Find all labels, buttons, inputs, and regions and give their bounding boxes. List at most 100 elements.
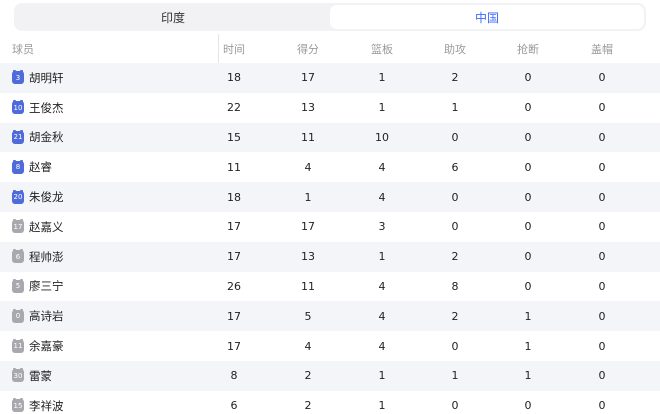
player-cell[interactable]: 6 程帅澎 xyxy=(12,249,64,265)
table-header-row: 球员 时间 得分 篮板 助攻 抢断 盖帽 xyxy=(0,34,660,63)
table-row[interactable]: 8 赵睿 11 4 4 6 0 0 xyxy=(0,152,660,183)
stat-blocks: 0 xyxy=(598,279,606,293)
stat-assists: 1 xyxy=(451,101,459,115)
player-name[interactable]: 程帅澎 xyxy=(29,249,64,265)
stat-points: 11 xyxy=(301,279,315,293)
player-name[interactable]: 胡明轩 xyxy=(29,70,64,86)
stat-rebounds: 1 xyxy=(378,101,386,115)
tab-china[interactable]: 中国 xyxy=(330,5,644,29)
stat-minutes: 11 xyxy=(227,160,241,174)
player-name[interactable]: 胡金秋 xyxy=(29,129,64,145)
stat-steals: 0 xyxy=(524,250,532,264)
stat-minutes: 17 xyxy=(227,339,241,353)
stat-steals: 0 xyxy=(524,71,532,85)
stat-steals: 0 xyxy=(524,220,532,234)
table-row[interactable]: 5 廖三宁 26 11 4 8 0 0 xyxy=(0,271,660,302)
stat-assists: 2 xyxy=(451,250,459,264)
table-row[interactable]: 0 高诗岩 17 5 4 2 1 0 xyxy=(0,301,660,332)
stat-points: 1 xyxy=(304,190,312,204)
stat-points: 17 xyxy=(301,220,315,234)
player-cell[interactable]: 21 胡金秋 xyxy=(12,129,64,145)
jersey-number-badge: 6 xyxy=(12,249,24,264)
stat-steals: 1 xyxy=(524,369,532,383)
stat-assists: 8 xyxy=(451,279,459,293)
stat-assists: 1 xyxy=(451,369,459,383)
table-row[interactable]: 17 赵嘉义 17 17 3 0 0 0 xyxy=(0,211,660,242)
player-name[interactable]: 雷蒙 xyxy=(29,368,52,384)
jersey-number-badge: 20 xyxy=(12,189,24,204)
stat-minutes: 26 xyxy=(227,279,241,293)
player-name[interactable]: 朱俊龙 xyxy=(29,189,64,205)
stat-minutes: 6 xyxy=(230,399,238,413)
stat-rebounds: 4 xyxy=(378,279,386,293)
jersey-number-badge: 8 xyxy=(12,159,24,174)
stat-rebounds: 10 xyxy=(375,130,389,144)
player-name[interactable]: 余嘉豪 xyxy=(29,338,64,354)
stat-blocks: 0 xyxy=(598,309,606,323)
stat-points: 13 xyxy=(301,101,315,115)
header-rebounds[interactable]: 篮板 xyxy=(352,41,412,57)
header-points[interactable]: 得分 xyxy=(278,41,338,57)
table-row[interactable]: 30 雷蒙 8 2 1 1 1 0 xyxy=(0,360,660,391)
stat-points: 11 xyxy=(301,130,315,144)
stat-blocks: 0 xyxy=(598,250,606,264)
player-stats-table: 球员 时间 得分 篮板 助攻 抢断 盖帽 3 胡明轩 18 17 1 2 0 0 10 王俊杰 22… xyxy=(0,34,660,414)
player-name[interactable]: 赵嘉义 xyxy=(29,219,64,235)
stat-points: 17 xyxy=(301,71,315,85)
stat-assists: 0 xyxy=(451,130,459,144)
player-cell[interactable]: 20 朱俊龙 xyxy=(12,189,64,205)
header-minutes[interactable]: 时间 xyxy=(204,41,264,57)
player-name[interactable]: 廖三宁 xyxy=(29,278,64,294)
stat-blocks: 0 xyxy=(598,399,606,413)
table-row[interactable]: 21 胡金秋 15 11 10 0 0 0 xyxy=(0,122,660,153)
header-steals[interactable]: 抢断 xyxy=(498,41,558,57)
stat-assists: 0 xyxy=(451,339,459,353)
stat-steals: 1 xyxy=(524,309,532,323)
stat-points: 4 xyxy=(304,339,312,353)
table-row[interactable]: 15 李祥波 6 2 1 0 0 0 xyxy=(0,390,660,414)
player-cell[interactable]: 11 余嘉豪 xyxy=(12,338,64,354)
stat-rebounds: 1 xyxy=(378,250,386,264)
stat-steals: 0 xyxy=(524,101,532,115)
player-cell[interactable]: 15 李祥波 xyxy=(12,398,64,414)
player-name[interactable]: 赵睿 xyxy=(29,159,52,175)
player-cell[interactable]: 17 赵嘉义 xyxy=(12,219,64,235)
header-player: 球员 xyxy=(12,42,34,56)
table-row[interactable]: 3 胡明轩 18 17 1 2 0 0 xyxy=(0,63,660,93)
player-cell[interactable]: 8 赵睿 xyxy=(12,159,52,175)
stat-rebounds: 4 xyxy=(378,339,386,353)
stat-rebounds: 4 xyxy=(378,309,386,323)
stat-blocks: 0 xyxy=(598,71,606,85)
stat-steals: 0 xyxy=(524,279,532,293)
player-name[interactable]: 王俊杰 xyxy=(29,100,64,116)
table-row[interactable]: 6 程帅澎 17 13 1 2 0 0 xyxy=(0,241,660,272)
stat-steals: 1 xyxy=(524,339,532,353)
header-blocks[interactable]: 盖帽 xyxy=(572,41,632,57)
jersey-number-badge: 0 xyxy=(12,308,24,323)
team-tab-bar: 印度 中国 xyxy=(14,3,646,31)
tab-india[interactable]: 印度 xyxy=(16,5,330,29)
jersey-number-badge: 11 xyxy=(12,338,24,353)
table-row[interactable]: 11 余嘉豪 17 4 4 0 1 0 xyxy=(0,331,660,361)
table-row[interactable]: 20 朱俊龙 18 1 4 0 0 0 xyxy=(0,182,660,212)
stat-points: 2 xyxy=(304,369,312,383)
stat-minutes: 15 xyxy=(227,130,241,144)
stat-minutes: 17 xyxy=(227,250,241,264)
header-assists[interactable]: 助攻 xyxy=(425,41,485,57)
stat-assists: 0 xyxy=(451,220,459,234)
player-cell[interactable]: 3 胡明轩 xyxy=(12,70,64,86)
stat-points: 4 xyxy=(304,160,312,174)
player-cell[interactable]: 10 王俊杰 xyxy=(12,100,64,116)
stat-steals: 0 xyxy=(524,160,532,174)
player-cell[interactable]: 0 高诗岩 xyxy=(12,308,64,324)
stat-minutes: 17 xyxy=(227,220,241,234)
stat-rebounds: 1 xyxy=(378,369,386,383)
player-name[interactable]: 李祥波 xyxy=(29,398,64,414)
table-row[interactable]: 10 王俊杰 22 13 1 1 0 0 xyxy=(0,92,660,123)
player-cell[interactable]: 30 雷蒙 xyxy=(12,368,52,384)
stat-assists: 2 xyxy=(451,71,459,85)
player-cell[interactable]: 5 廖三宁 xyxy=(12,278,64,294)
stat-steals: 0 xyxy=(524,130,532,144)
player-name[interactable]: 高诗岩 xyxy=(29,308,64,324)
stat-blocks: 0 xyxy=(598,220,606,234)
